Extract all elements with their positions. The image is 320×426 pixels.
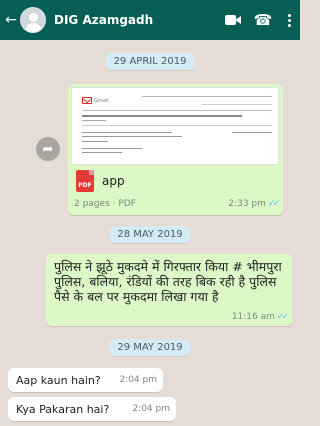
phone-icon: ☎ xyxy=(253,11,273,29)
text-message[interactable]: पुलिस ने झूठे मुकदमे में गिरफ्तार किया #… xyxy=(46,254,292,326)
message-text: Kya Pakaran hai? xyxy=(16,402,110,416)
date-divider: 29 APRIL 2019 xyxy=(105,53,195,70)
phone-button[interactable]: ☎ xyxy=(248,0,278,40)
video-call-button[interactable] xyxy=(218,0,248,40)
document-meta: 2 pages · PDF xyxy=(74,199,136,209)
avatar[interactable] xyxy=(20,7,46,33)
forward-icon[interactable]: ➦ xyxy=(36,137,60,161)
incoming-message[interactable]: Aap kaun hain? 2:04 pm xyxy=(8,368,163,392)
message-time: 11:16 am xyxy=(231,312,275,322)
pdf-file-icon: PDF xyxy=(76,170,94,192)
arrow-left-icon[interactable]: ← xyxy=(4,0,18,40)
message-text: Aap kaun hain? xyxy=(16,373,101,387)
file-name: app xyxy=(102,174,125,188)
document-message[interactable]: Gmail PDF app 2 pages · PDF 2:33 pm ✓✓ xyxy=(68,84,283,215)
read-ticks-icon: ✓✓ xyxy=(276,312,289,322)
contact-name[interactable]: DIG Azamgadh xyxy=(54,13,218,27)
message-time: 2:04 pm xyxy=(132,404,170,414)
document-preview[interactable]: Gmail xyxy=(71,87,279,165)
incoming-message[interactable]: Kya Pakaran hai? 2:04 pm xyxy=(8,397,176,421)
message-time: 2:33 pm xyxy=(228,199,266,209)
menu-button[interactable] xyxy=(278,0,300,40)
message-text: पुलिस ने झूठे मुकदमे में गिरफ्तार किया #… xyxy=(54,259,282,304)
date-divider: 29 MAY 2019 xyxy=(109,339,191,356)
read-ticks-icon: ✓✓ xyxy=(267,199,280,209)
video-call-icon xyxy=(225,15,241,25)
more-vert-icon xyxy=(287,13,291,27)
chat-header: ← DIG Azamgadh ☎ xyxy=(0,0,300,40)
date-divider: 28 MAY 2019 xyxy=(109,226,191,243)
message-time: 2:04 pm xyxy=(119,375,157,385)
gmail-logo: Gmail xyxy=(82,97,109,104)
